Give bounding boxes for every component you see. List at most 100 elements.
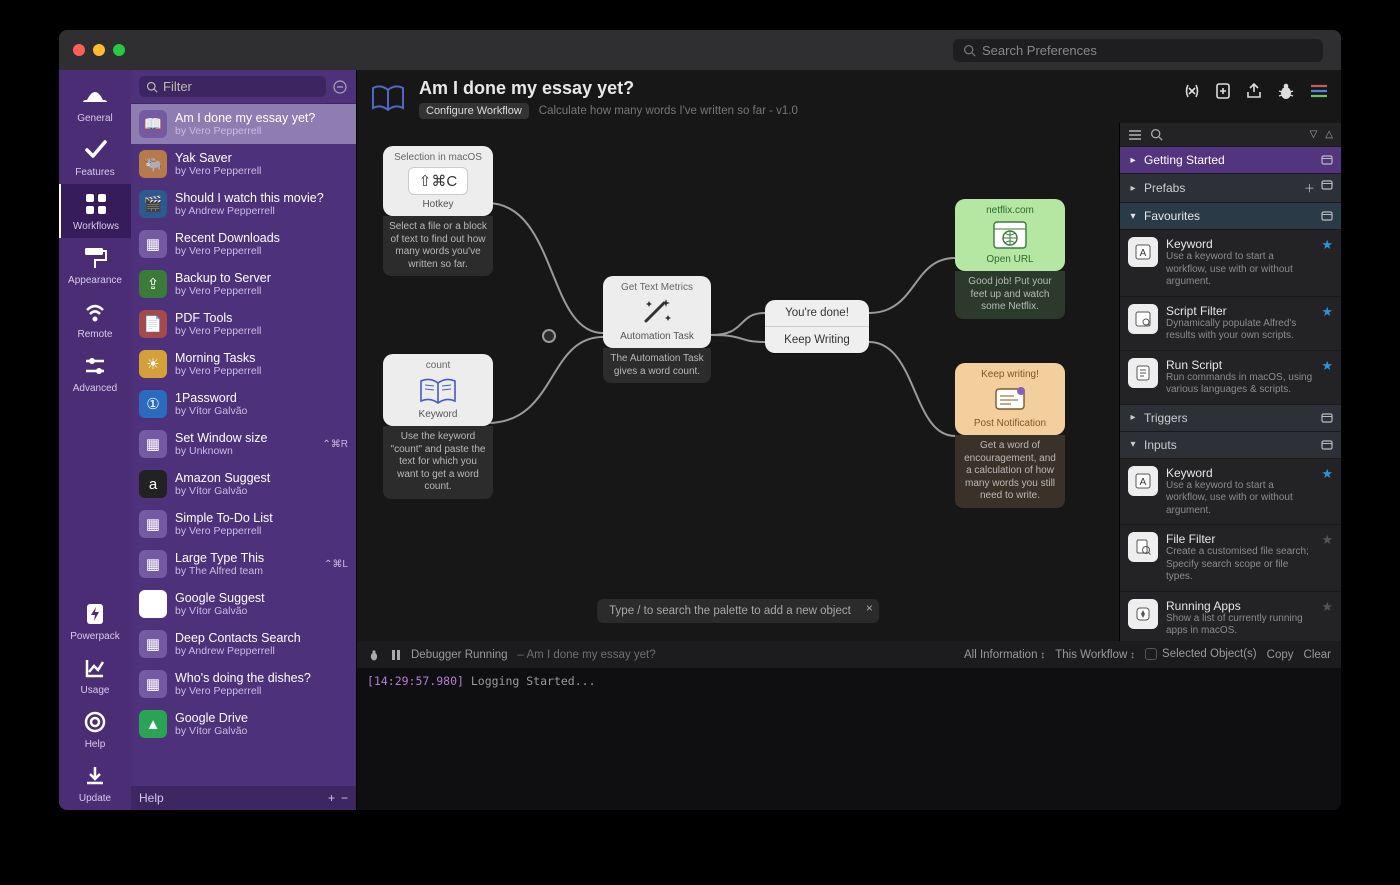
branch-done[interactable]: You're done! <box>765 300 869 327</box>
window-minimize-button[interactable] <box>93 44 105 56</box>
palette-group-triggers[interactable]: ▸Triggers <box>1120 404 1341 431</box>
node-task-bottom: Automation Task <box>620 331 694 342</box>
palette-collapse-icon[interactable]: ▽ <box>1310 129 1318 140</box>
sidebar-item-features[interactable]: Features <box>59 130 131 184</box>
palette-group-favourites[interactable]: ▾Favourites <box>1120 202 1341 229</box>
window-close-button[interactable] <box>73 44 85 56</box>
sidebar-item-workflows[interactable]: Workflows <box>59 184 131 238</box>
node-automation-task[interactable]: Get Text Metrics Automation Task The Aut… <box>603 276 711 383</box>
node-post-notification[interactable]: Keep writing! Post Notification Get a wo… <box>955 363 1065 508</box>
palette-item[interactable]: Script FilterDynamically populate Alfred… <box>1120 296 1341 350</box>
workflow-list-item[interactable]: 📄PDF Toolsby Vero Pepperrell <box>131 304 356 344</box>
palette-group-add[interactable]: ＋ <box>1304 180 1315 196</box>
workflow-list-item[interactable]: ▦Set Window sizeby Unknown⌃⌘R <box>131 424 356 464</box>
workflow-list-item[interactable]: ①1Passwordby Vítor Galvão <box>131 384 356 424</box>
workflow-item-icon: ▦ <box>139 430 167 458</box>
workflow-list-item[interactable]: ⇪Backup to Serverby Vero Pepperrell <box>131 264 356 304</box>
palette-item-icon <box>1128 532 1158 562</box>
palette-group-window-icon[interactable] <box>1321 180 1333 196</box>
palette-group-window-icon[interactable] <box>1321 211 1333 221</box>
star-icon[interactable]: ★ <box>1321 599 1333 638</box>
filter-clear-button[interactable] <box>332 79 348 95</box>
palette-group-label: Inputs <box>1144 438 1177 452</box>
sidebar-item-help[interactable]: Help <box>59 702 131 756</box>
palette-group-inputs[interactable]: ▾Inputs <box>1120 431 1341 458</box>
palette-expand-icon[interactable]: △ <box>1325 129 1333 140</box>
node-keyword[interactable]: count Keyword Use the keyword "count" an… <box>383 354 493 499</box>
workflow-canvas[interactable]: Selection in macOS ⇧⌘C Hotkey Select a f… <box>357 123 1119 641</box>
palette-item[interactable]: File FilterCreate a customised file sear… <box>1120 524 1341 591</box>
palette-item[interactable]: AKeywordUse a keyword to start a workflo… <box>1120 229 1341 296</box>
remove-workflow-button[interactable]: − <box>341 791 348 805</box>
palette-item[interactable]: Run ScriptRun commands in macOS, using v… <box>1120 350 1341 404</box>
palette-group-window-icon[interactable] <box>1321 440 1333 450</box>
sidebar-item-update[interactable]: Update <box>59 756 131 810</box>
palette-item[interactable]: Running AppsShow a list of currently run… <box>1120 591 1341 645</box>
palette-item-icon: A <box>1128 466 1158 496</box>
svg-text:A: A <box>1140 477 1147 488</box>
workflow-list-item[interactable]: 🐃Yak Saverby Vero Pepperrell <box>131 144 356 184</box>
add-object-icon[interactable] <box>1215 82 1231 100</box>
help-button[interactable]: Help <box>139 791 164 805</box>
sidebar-item-powerpack[interactable]: Powerpack <box>59 594 131 648</box>
window-zoom-button[interactable] <box>113 44 125 56</box>
palette-group-window-icon[interactable] <box>1321 155 1333 165</box>
star-icon[interactable]: ★ <box>1321 466 1333 518</box>
debug-copy-button[interactable]: Copy <box>1267 649 1294 661</box>
workflow-item-icon: 📖 <box>139 110 167 138</box>
workflow-item-title: Large Type This <box>175 551 312 565</box>
palette-search-icon[interactable] <box>1150 128 1163 141</box>
debug-clear-button[interactable]: Clear <box>1304 649 1331 661</box>
debugger-log[interactable]: [14:29:57.980] Logging Started... <box>357 668 1341 810</box>
palette-group-window-icon[interactable] <box>1321 413 1333 423</box>
star-icon[interactable]: ★ <box>1321 237 1333 289</box>
branch-keep[interactable]: Keep Writing <box>765 327 869 353</box>
preferences-search[interactable]: Search Preferences <box>953 39 1323 62</box>
sidebar-item-appearance[interactable]: Appearance <box>59 238 131 292</box>
workflow-list-item[interactable]: 📖Am I done my essay yet?by Vero Pepperre… <box>131 104 356 144</box>
sidebar-item-advanced[interactable]: Advanced <box>59 346 131 400</box>
workflow-list-item[interactable]: GGoogle Suggestby Vítor Galvão <box>131 584 356 624</box>
node-hotkey[interactable]: Selection in macOS ⇧⌘C Hotkey Select a f… <box>383 146 493 276</box>
palette-item-desc: Use a keyword to start a workflow, use w… <box>1166 251 1313 289</box>
menu-lines-icon[interactable] <box>1309 83 1329 99</box>
sidebar-item-label: Appearance <box>68 275 122 286</box>
add-workflow-button[interactable]: + <box>328 791 335 805</box>
workflow-list-item[interactable]: ▲Google Driveby Vítor Galvão <box>131 704 356 744</box>
workflow-list-item[interactable]: ☀Morning Tasksby Vero Pepperrell <box>131 344 356 384</box>
palette-group-getting-started[interactable]: ▸Getting Started <box>1120 146 1341 173</box>
star-icon[interactable]: ★ <box>1321 532 1333 584</box>
sidebar-item-general[interactable]: General <box>59 76 131 130</box>
workflow-list-item[interactable]: ▦Large Type Thisby The Alfred team⌃⌘L <box>131 544 356 584</box>
workflow-item-title: Should I watch this movie? <box>175 191 348 205</box>
workflow-item-title: Set Window size <box>175 431 310 445</box>
workflow-list-item[interactable]: ▦Recent Downloadsby Vero Pepperrell <box>131 224 356 264</box>
debug-pause-icon[interactable] <box>391 649 401 661</box>
workflow-filter-input[interactable]: Filter <box>139 76 326 97</box>
workflow-list-item[interactable]: ▦Deep Contacts Searchby Andrew Pepperrel… <box>131 624 356 664</box>
node-open-url[interactable]: netflix.com Open URL Good job! Put your … <box>955 199 1065 319</box>
star-icon[interactable]: ★ <box>1321 358 1333 397</box>
debug-selected-only[interactable]: Selected Object(s) <box>1145 648 1257 660</box>
workflow-list-item[interactable]: ▦Simple To-Do Listby Vero Pepperrell <box>131 504 356 544</box>
star-icon[interactable]: ★ <box>1321 304 1333 343</box>
variables-icon[interactable] <box>1183 82 1201 100</box>
sidebar-item-usage[interactable]: Usage <box>59 648 131 702</box>
palette-list-icon[interactable] <box>1128 129 1142 141</box>
debug-icon[interactable] <box>1277 82 1295 100</box>
workflow-item-by: by Vero Pepperrell <box>175 245 348 257</box>
sidebar-item-remote[interactable]: Remote <box>59 292 131 346</box>
close-icon[interactable]: × <box>866 601 873 615</box>
workflow-list-item[interactable]: ▦Who's doing the dishes?by Vero Pepperre… <box>131 664 356 704</box>
debug-workflow-scope[interactable]: This Workflow <box>1055 649 1135 661</box>
palette-item[interactable]: AKeywordUse a keyword to start a workflo… <box>1120 458 1341 525</box>
workflow-item-by: by Andrew Pepperrell <box>175 645 348 657</box>
debug-info-scope[interactable]: All Information <box>964 649 1045 661</box>
debug-bug-icon[interactable] <box>367 648 381 662</box>
workflow-list-item[interactable]: aAmazon Suggestby Vítor Galvão <box>131 464 356 504</box>
configure-workflow-button[interactable]: Configure Workflow <box>419 103 529 119</box>
palette-group-prefabs[interactable]: ▸Prefabs＋ <box>1120 173 1341 202</box>
node-branches[interactable]: You're done! Keep Writing <box>765 300 869 353</box>
workflow-list-item[interactable]: 🎬Should I watch this movie?by Andrew Pep… <box>131 184 356 224</box>
export-icon[interactable] <box>1245 82 1263 100</box>
